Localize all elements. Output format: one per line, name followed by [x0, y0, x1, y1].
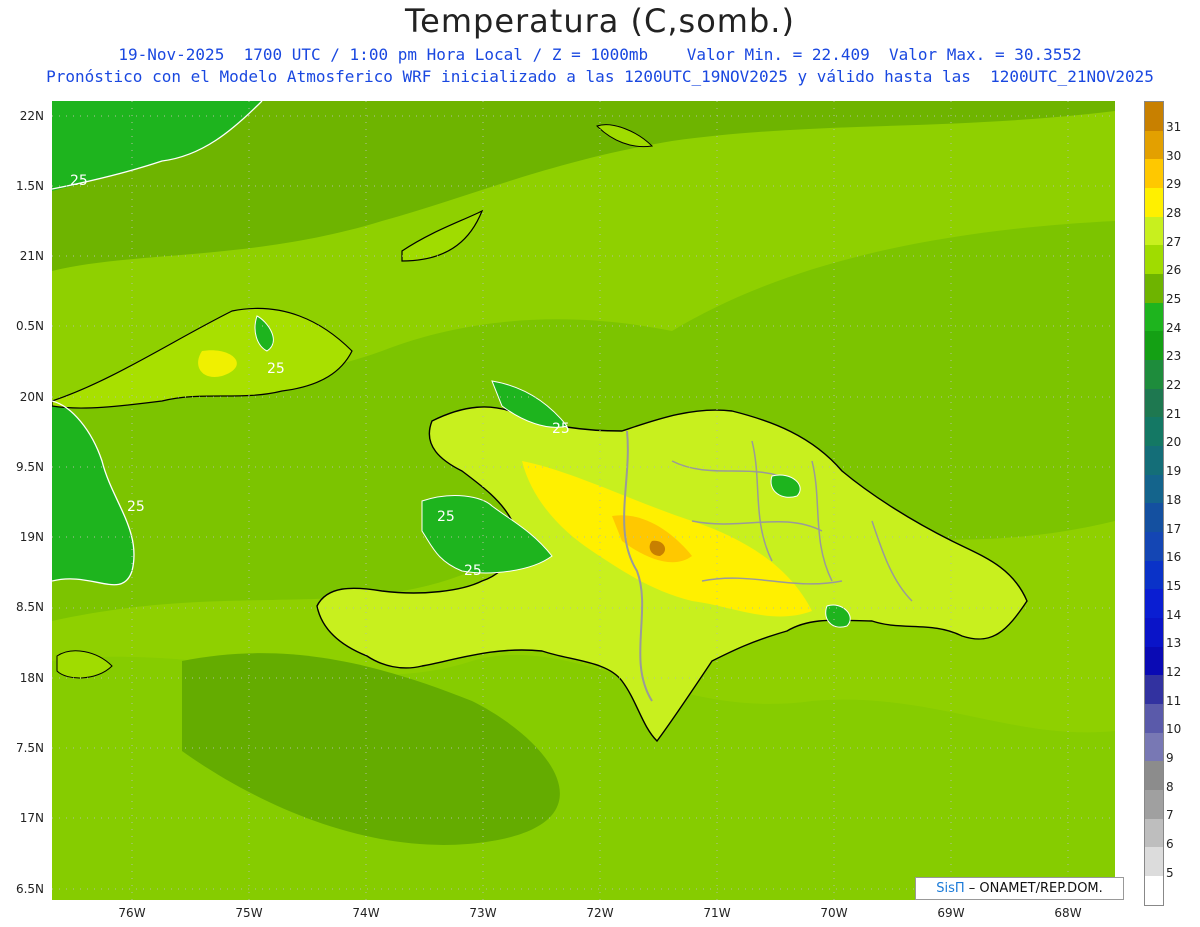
x-tick-69w: 69W [937, 906, 965, 920]
legend-label: 29 [1166, 177, 1182, 192]
legend-label: 22 [1166, 378, 1182, 393]
y-tick-18n: 18N [19, 671, 44, 685]
y-tick-20n: 20N [19, 390, 44, 404]
legend-label: 26 [1166, 263, 1182, 278]
contour-label-north: 25 [70, 173, 88, 189]
contour-label-gulf: 25 [464, 563, 482, 579]
legend-swatch [1145, 675, 1163, 705]
legend-swatch [1145, 102, 1163, 131]
credit-text: – ONAMET/REP.DOM. [964, 881, 1103, 896]
legend-label: 27 [1166, 234, 1182, 249]
y-tick-21-5n: 1.5N [15, 179, 44, 193]
map-subtitle-model: Pronóstico con el Modelo Atmosferico WRF… [46, 67, 1154, 86]
legend-swatch [1145, 732, 1163, 762]
credit-box: SisΠ – ONAMET/REP.DOM. [915, 877, 1124, 900]
legend-label: 23 [1166, 349, 1182, 364]
legend-swatch [1145, 560, 1163, 590]
map-subtitle-date: 19-Nov-2025 1700 UTC / 1:00 pm Hora Loca… [118, 45, 1082, 64]
legend-swatch [1145, 704, 1163, 733]
legend-label: 21 [1166, 406, 1182, 421]
legend-label: 19 [1166, 464, 1182, 479]
y-tick-20-5n: 0.5N [15, 319, 44, 333]
legend-swatch [1145, 818, 1163, 848]
legend-swatch [1145, 188, 1163, 217]
x-tick-73w: 73W [469, 906, 497, 920]
x-tick-68w: 68W [1054, 906, 1082, 920]
legend-swatch [1145, 360, 1163, 389]
map-canvas: 25 25 25 25 25 25 [52, 101, 1115, 900]
legend-swatch [1145, 388, 1163, 418]
legend-swatch [1145, 618, 1163, 647]
legend-swatch [1145, 589, 1163, 619]
x-tick-72w: 72W [586, 906, 614, 920]
legend-label: 13 [1166, 636, 1182, 651]
y-tick-19n: 19N [19, 530, 44, 544]
y-tick-21n: 21N [19, 249, 44, 263]
legend-label: 7 [1166, 808, 1174, 823]
x-tick-71w: 71W [703, 906, 731, 920]
legend-swatch [1145, 245, 1163, 275]
map-title: Temperatura (C,somb.) [405, 2, 795, 40]
legend-swatch [1145, 446, 1163, 475]
legend-swatch [1145, 876, 1163, 905]
legend-swatch [1145, 474, 1163, 504]
y-tick-19-5n: 9.5N [15, 460, 44, 474]
y-tick-16-5n: 6.5N [15, 882, 44, 896]
x-tick-70w: 70W [820, 906, 848, 920]
legend-label: 28 [1166, 206, 1182, 221]
legend-swatch [1145, 790, 1163, 819]
legend-swatch [1145, 159, 1163, 189]
y-tick-22n: 22N [19, 109, 44, 123]
legend-label: 8 [1166, 779, 1174, 794]
legend-label: 11 [1166, 693, 1182, 708]
legend-label: 20 [1166, 435, 1182, 450]
legend-label: 15 [1166, 578, 1182, 593]
legend-swatch [1145, 216, 1163, 246]
legend-swatch [1145, 646, 1163, 676]
legend-label: 14 [1166, 607, 1182, 622]
x-tick-76w: 76W [118, 906, 146, 920]
legend-label: 30 [1166, 148, 1182, 163]
contour-label-cuba: 25 [267, 361, 285, 377]
legend-swatch [1145, 847, 1163, 877]
legend-swatch [1145, 503, 1163, 533]
y-tick-17-5n: 7.5N [15, 741, 44, 755]
legend-swatch [1145, 130, 1163, 160]
legend-label: 5 [1166, 865, 1174, 880]
legend-label: 16 [1166, 550, 1182, 565]
contour-label-west: 25 [127, 499, 145, 515]
legend-colorbar [1144, 101, 1164, 906]
legend-label: 18 [1166, 492, 1182, 507]
legend-swatch [1145, 417, 1163, 447]
legend-label: 12 [1166, 664, 1182, 679]
legend-label: 25 [1166, 292, 1182, 307]
legend-label: 10 [1166, 722, 1182, 737]
legend-label: 6 [1166, 837, 1174, 851]
legend-label: 24 [1166, 320, 1182, 335]
legend-swatch [1145, 302, 1163, 332]
legend-swatch [1145, 761, 1163, 791]
legend-swatch [1145, 331, 1163, 361]
temperature-map: 25 25 25 25 25 25 [52, 101, 1115, 900]
legend-swatch [1145, 532, 1163, 561]
contour-label-gonave: 25 [437, 509, 455, 525]
legend-label: 9 [1166, 750, 1174, 765]
y-tick-18-5n: 8.5N [15, 600, 44, 614]
legend-label: 31 [1166, 120, 1182, 134]
y-tick-17n: 17N [19, 811, 44, 825]
credit-brand: SisΠ [936, 881, 965, 896]
contour-label-tortuga: 25 [552, 421, 570, 437]
x-tick-74w: 74W [352, 906, 380, 920]
x-tick-75w: 75W [235, 906, 263, 920]
legend-swatch [1145, 274, 1163, 303]
legend-label: 17 [1166, 521, 1182, 536]
